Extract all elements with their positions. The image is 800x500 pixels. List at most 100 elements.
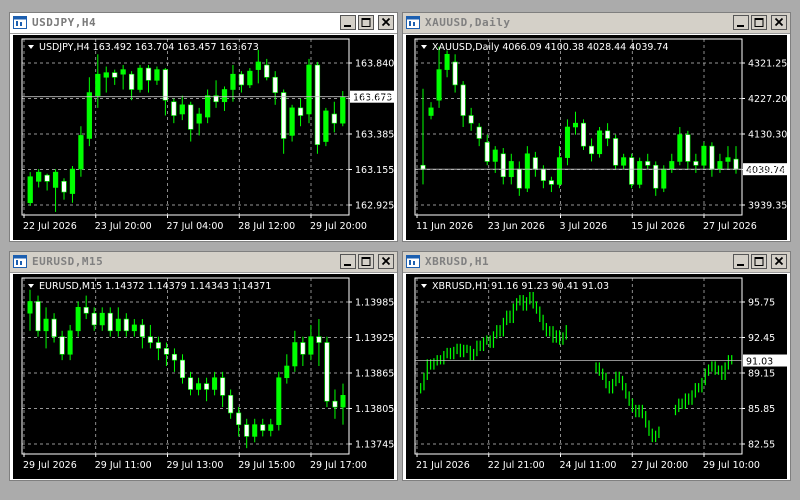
candle-body (260, 424, 266, 431)
candle-body (27, 301, 33, 314)
candle-body (230, 73, 236, 90)
price-chart[interactable]: 91.03 95.75 92.45 89.15 85.85 82.55 21 Jul 202… (406, 274, 787, 483)
symbol-header: EURUSD,M15 1.14372 1.14379 1.14343 1.143… (39, 281, 271, 292)
y-tick-label: 89.15 (748, 369, 775, 380)
candle (314, 61, 321, 154)
maximize-button[interactable] (751, 254, 767, 269)
candle-body (685, 134, 691, 162)
window-titlebar[interactable]: XAUUSD,Daily (403, 13, 790, 34)
candle-body (297, 107, 304, 116)
candle-body (292, 342, 298, 367)
maximize-button[interactable] (358, 15, 374, 30)
candle-body (171, 101, 177, 116)
candle (323, 107, 329, 147)
chart-canvas: 4039.744321.254227.204130.304039.743939.… (406, 35, 787, 240)
y-tick-label: 4321.25 (748, 59, 787, 70)
current-price-label: 91.03 (746, 357, 773, 368)
candle-body (115, 318, 121, 332)
window-titlebar[interactable]: XBRUSD,H1 (403, 252, 790, 273)
y-tick-label: 1.13805 (355, 404, 394, 415)
chart-background (406, 274, 787, 479)
candle-body (324, 342, 330, 402)
candle-body (162, 69, 169, 101)
candle-body (179, 104, 185, 115)
candle-body (268, 424, 274, 431)
minimize-button[interactable] (340, 254, 356, 269)
close-icon (381, 256, 391, 266)
x-tick-label: 27 Jul 2026 (703, 221, 757, 232)
price-chart[interactable]: 4039.74 4321.25 4227.20 4130.30 4039.74 3939.… (406, 35, 787, 244)
close-button[interactable] (771, 15, 787, 30)
close-button[interactable] (378, 254, 394, 269)
candle-body (188, 104, 194, 130)
chart-window-usdjpy[interactable]: USDJPY,H4 163.673 163.840 163.615 163.385 16… (9, 12, 398, 242)
candle-body (128, 73, 135, 90)
chart-app-icon (406, 16, 420, 29)
candle-body (693, 161, 699, 166)
x-tick-label: 21 Jul 2026 (416, 460, 470, 471)
x-tick-label: 29 Jul 17:00 (310, 460, 367, 471)
y-tick-label: 163.615 (355, 94, 394, 105)
candle (597, 127, 603, 158)
candle-body (67, 330, 73, 355)
candle-body (247, 70, 253, 86)
symbol-header: USDJPY,H4 163.492 163.704 163.457 163.67… (39, 42, 259, 53)
candle-body (52, 171, 59, 188)
candle-body (276, 377, 282, 425)
minimize-icon (344, 264, 351, 266)
close-button[interactable] (771, 254, 787, 269)
y-tick-label: 4227.20 (748, 94, 787, 105)
candle-body (163, 348, 169, 355)
window-title: EURUSD,M15 (32, 255, 104, 268)
minimize-button[interactable] (340, 15, 356, 30)
candle-body (436, 69, 442, 101)
candle-body (572, 122, 578, 128)
chart-background (406, 35, 787, 240)
x-tick-label: 23 Jul 20:00 (95, 221, 152, 232)
y-tick-label: 163.155 (355, 165, 394, 176)
candle-body (314, 64, 321, 145)
candle (27, 172, 33, 206)
window-titlebar[interactable]: EURUSD,M15 (10, 252, 397, 273)
candle-body (524, 153, 530, 189)
minimize-button[interactable] (733, 254, 749, 269)
candle (324, 336, 330, 408)
candle (629, 153, 635, 189)
x-tick-label: 15 Jul 2026 (631, 221, 685, 232)
candle-body (725, 157, 731, 162)
chart-app-icon (13, 255, 27, 268)
y-tick-label: 4130.30 (748, 130, 787, 141)
chart-window-xbrusd[interactable]: XBRUSD,H1 91.03 95.75 92.45 89.15 85.85 82.55… (402, 251, 791, 481)
x-tick-label: 11 Jun 2026 (416, 221, 473, 232)
candle-body (51, 318, 57, 337)
candle-body (306, 64, 312, 115)
candle-body (428, 107, 434, 116)
chart-window-xauusd[interactable]: XAUUSD,Daily 4039.74 4321.25 4227.20 4130.3… (402, 12, 791, 242)
candle-body (131, 324, 137, 332)
candle-body (137, 67, 143, 90)
maximize-button[interactable] (358, 254, 374, 269)
candle-body (733, 158, 739, 170)
candle-body (255, 61, 261, 70)
candle-body (323, 110, 329, 142)
y-tick-label: 1.13925 (355, 333, 394, 344)
candle-body (460, 84, 466, 116)
chart-canvas: 1.13985 1.13925 1.13865 1.13805 1.13745 29 Ju… (13, 274, 394, 479)
maximize-icon (361, 18, 371, 27)
symbol-header: XAUUSD,Daily 4066.09 4100.38 4028.44 403… (432, 42, 669, 53)
candle-body (709, 145, 715, 170)
price-chart[interactable]: 163.673 163.840 163.615 163.385 163.155 162.9… (13, 35, 394, 244)
candle-body (444, 54, 450, 70)
candle-body (581, 122, 587, 147)
candle-body (597, 130, 603, 155)
candle-body (145, 67, 152, 81)
window-titlebar[interactable]: USDJPY,H4 (10, 13, 397, 34)
chart-window-eurusd[interactable]: EURUSD,M15 1.13985 1.13925 1.13865 1.13805 1… (9, 251, 398, 481)
candle-body (112, 72, 118, 78)
y-tick-label: 163.840 (355, 59, 394, 70)
price-chart[interactable]: 1.13985 1.13925 1.13865 1.13805 1.13745 29 Ju… (13, 274, 394, 483)
minimize-button[interactable] (733, 15, 749, 30)
candle-body (236, 412, 242, 425)
maximize-button[interactable] (751, 15, 767, 30)
close-button[interactable] (378, 15, 394, 30)
